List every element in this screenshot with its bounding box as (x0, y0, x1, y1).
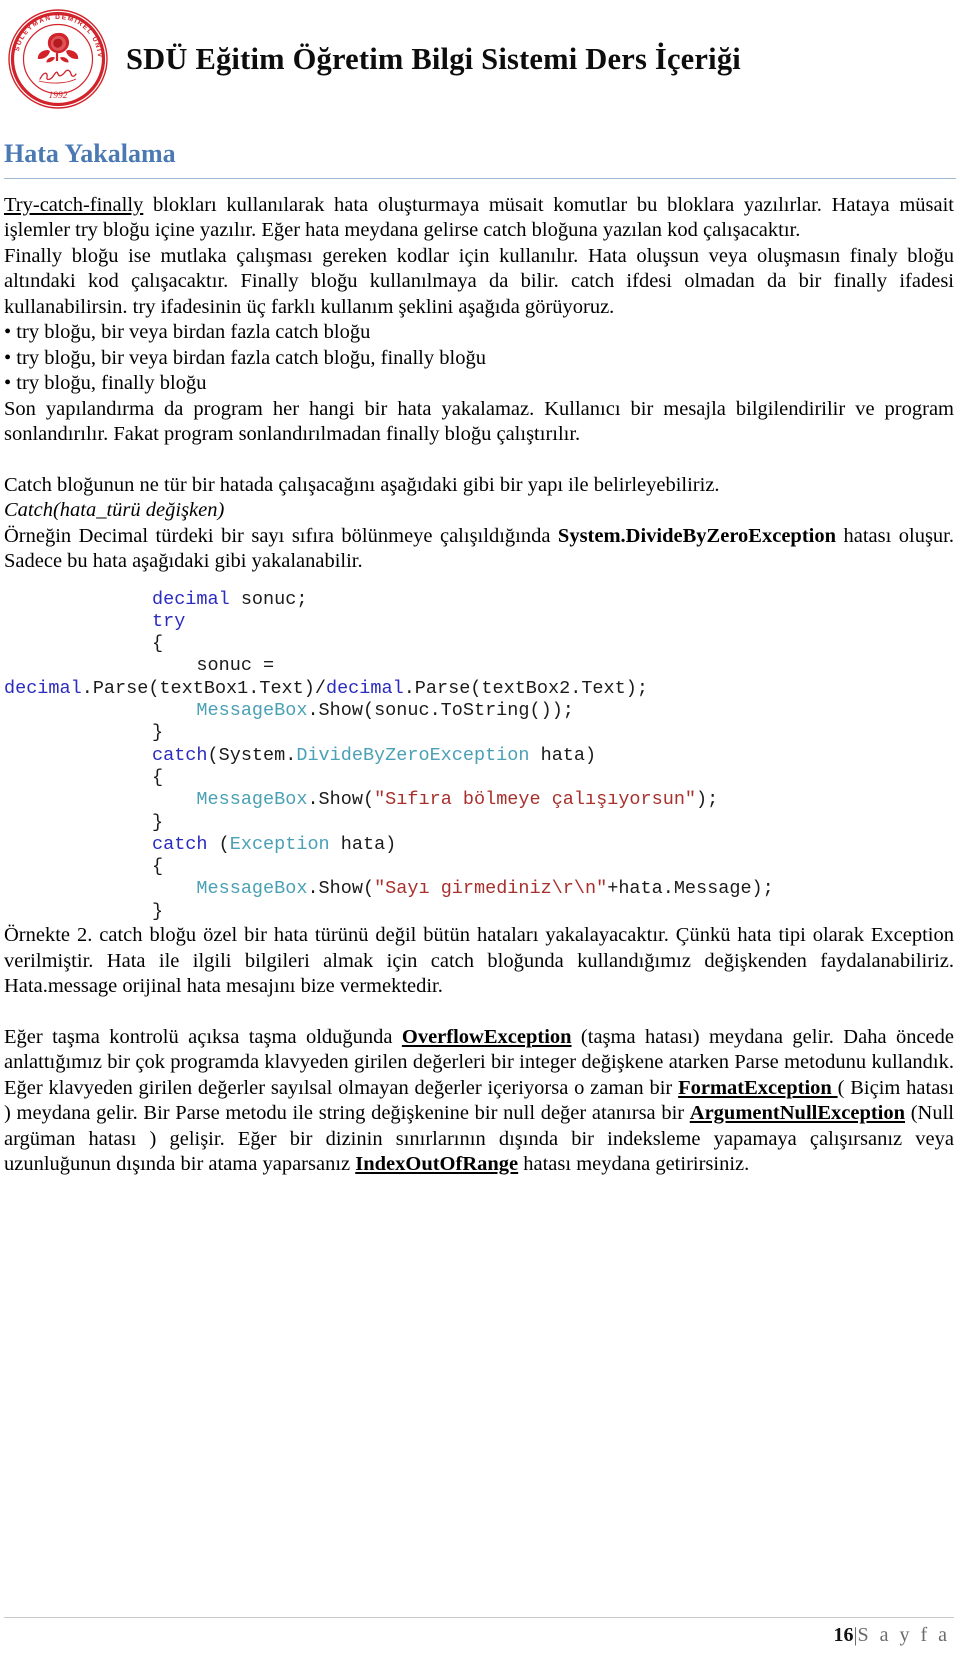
overflow-exception-term: OverflowException (401, 1025, 572, 1048)
paragraph-intro: Try-catch-finally blokları kullanılarak … (4, 193, 954, 244)
try-catch-finally-term: Try-catch-finally (4, 193, 144, 216)
paragraph-intro-rest: blokları kullanılarak hata oluşturmaya m… (4, 193, 954, 242)
index-out-of-range-term: IndexOutOfRange (355, 1153, 519, 1176)
page-footer: 16|S a y f a (0, 1617, 960, 1647)
paragraph-decimal-ornek-a: Örneğin Decimal türdeki bir sayı sıfıra … (4, 524, 558, 547)
bullet-item: • try bloğu, bir veya birdan fazla catch… (4, 321, 371, 344)
argument-null-exception-term: ArgumentNullException (689, 1102, 906, 1125)
format-exception-term: FormatException (678, 1076, 838, 1099)
paragraph-decimal-ornek: Örneğin Decimal türdeki bir sayı sıfıra … (4, 524, 954, 575)
page-title: SDÜ Eğitim Öğretim Bilgi Sistemi Ders İç… (126, 41, 741, 76)
page-number: 16 (833, 1624, 854, 1646)
paragraph-son-yapilandirma: Son yapılandırma da program her hangi bi… (4, 397, 954, 446)
exception-text-1: Eğer taşma kontrolü açıksa taşma olduğun… (4, 1025, 402, 1048)
bullet-item: • try bloğu, finally bloğu (4, 372, 207, 395)
heading-divider (4, 177, 956, 179)
footer-page-indicator: 16|S a y f a (0, 1624, 950, 1647)
code-block-try-catch: decimal sonuc; try { sonuc = decimal.Par… (4, 588, 774, 922)
document-header: SÜLEYMAN DEMİREL ÜNİVERSİTESİ 1992 (0, 0, 960, 118)
paragraph-finally: Finally bloğu ise mutlaka çalışması gere… (4, 244, 954, 318)
divide-by-zero-exception-term: System.DivideByZeroException (557, 524, 836, 547)
footer-label: S a y f a (857, 1624, 950, 1646)
paragraph-ornekte-2: Örnekte 2. catch bloğu özel bir hata tür… (4, 924, 954, 998)
bullet-item: • try bloğu, bir veya birdan fazla catch… (4, 346, 486, 369)
university-logo: SÜLEYMAN DEMİREL ÜNİVERSİTESİ 1992 (2, 3, 114, 115)
paragraph-catch-yapi: Catch bloğunun ne tür bir hatada çalışac… (4, 473, 720, 496)
section-heading: Hata Yakalama (4, 139, 176, 168)
paragraph-exception-turleri: Eğer taşma kontrolü açıksa taşma olduğun… (4, 1025, 954, 1178)
catch-signature: Catch(hata_türü değişken) (4, 499, 225, 522)
footer-divider (4, 1617, 954, 1618)
document-body: Try-catch-finally blokları kullanılarak … (4, 193, 954, 1178)
exception-text-5: hatası meydana getirirsiniz. (518, 1153, 750, 1176)
svg-text:1992: 1992 (49, 91, 68, 101)
